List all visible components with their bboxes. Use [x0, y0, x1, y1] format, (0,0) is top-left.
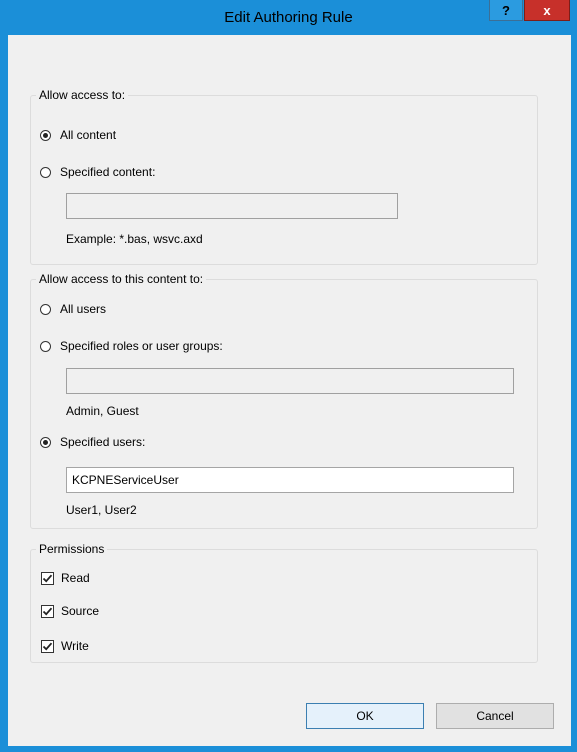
specified-roles-radio-icon[interactable] — [40, 340, 51, 352]
content-to-legend: Allow access to this content to: — [36, 272, 207, 287]
specified-users-label: Specified users: — [60, 435, 146, 449]
write-check-icon[interactable] — [41, 639, 54, 653]
all-users-label: All users — [60, 302, 107, 316]
specified-users-radio-icon[interactable] — [40, 436, 51, 448]
specified-content-radio-icon[interactable] — [40, 166, 51, 178]
specified-roles-input[interactable] — [66, 368, 514, 394]
title-bar[interactable]: Edit Authoring Rule ? x — [0, 0, 577, 35]
source-label: Source — [61, 604, 100, 618]
dialog-body: Allow access to: All content Specified c… — [8, 35, 571, 746]
source-check-icon[interactable] — [41, 604, 54, 618]
all-users-radio-icon[interactable] — [40, 303, 51, 315]
specified-roles-radio[interactable]: Specified roles or user groups: — [40, 337, 223, 355]
specified-roles-label: Specified roles or user groups: — [60, 339, 223, 353]
all-content-label: All content — [60, 128, 117, 142]
content-example-text: Example: *.bas, wsvc.axd — [66, 232, 203, 246]
read-checkbox[interactable]: Read — [41, 569, 90, 587]
specified-content-radio[interactable]: Specified content: — [40, 163, 155, 181]
ok-button[interactable]: OK — [306, 703, 424, 729]
cancel-button[interactable]: Cancel — [436, 703, 554, 729]
specified-users-input[interactable] — [66, 467, 514, 493]
specified-content-input[interactable] — [66, 193, 398, 219]
permissions-group: Permissions — [30, 542, 538, 663]
read-check-icon[interactable] — [41, 571, 54, 585]
all-users-radio[interactable]: All users — [40, 300, 106, 318]
all-content-radio-icon[interactable] — [40, 129, 51, 141]
write-label: Write — [61, 639, 89, 653]
allow-access-legend: Allow access to: — [36, 88, 129, 103]
source-checkbox[interactable]: Source — [41, 602, 99, 620]
write-checkbox[interactable]: Write — [41, 637, 89, 655]
help-button[interactable]: ? — [489, 0, 523, 21]
read-label: Read — [61, 571, 90, 585]
dialog-window: Edit Authoring Rule ? x Allow access to:… — [0, 0, 577, 752]
close-button[interactable]: x — [524, 0, 570, 21]
all-content-radio[interactable]: All content — [40, 126, 116, 144]
specified-content-label: Specified content: — [60, 165, 156, 179]
roles-hint-text: Admin, Guest — [66, 404, 139, 418]
users-hint-text: User1, User2 — [66, 503, 137, 517]
specified-users-radio[interactable]: Specified users: — [40, 433, 145, 451]
permissions-legend: Permissions — [36, 542, 108, 557]
